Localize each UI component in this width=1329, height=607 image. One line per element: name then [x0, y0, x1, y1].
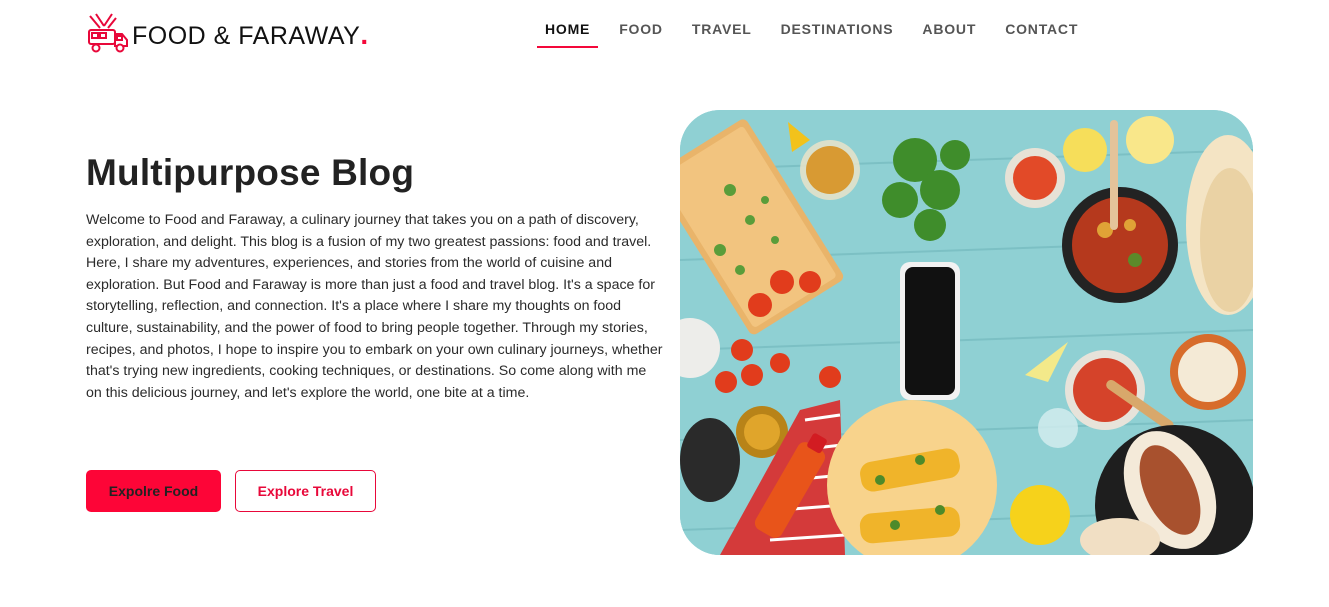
hero-title: Multipurpose Blog	[86, 152, 415, 193]
food-table-illustration	[680, 110, 1253, 555]
food-truck-icon	[88, 13, 128, 53]
nav-contact[interactable]: CONTACT	[997, 0, 1086, 48]
main-nav: HOME FOOD TRAVEL DESTINATIONS ABOUT CONT…	[537, 0, 1099, 48]
nav-about[interactable]: ABOUT	[914, 0, 984, 48]
brand-logo[interactable]: FOOD & FARAWAY.	[86, 12, 369, 54]
site-header: FOOD & FARAWAY. HOME FOOD TRAVEL DESTINA…	[0, 0, 1329, 64]
hero-description: Welcome to Food and Faraway, a culinary …	[86, 212, 663, 401]
brand-name: FOOD & FARAWAY.	[132, 19, 369, 51]
brand-dot: .	[360, 19, 369, 50]
explore-food-button[interactable]: Expolre Food	[86, 470, 221, 512]
nav-destinations[interactable]: DESTINATIONS	[773, 0, 902, 48]
hero-food-image	[680, 110, 1253, 555]
explore-travel-button[interactable]: Explore Travel	[235, 470, 376, 512]
nav-home[interactable]: HOME	[537, 0, 599, 48]
nav-travel[interactable]: TRAVEL	[684, 0, 760, 48]
nav-food[interactable]: FOOD	[611, 0, 671, 48]
brand-name-text: FOOD & FARAWAY	[132, 22, 361, 50]
